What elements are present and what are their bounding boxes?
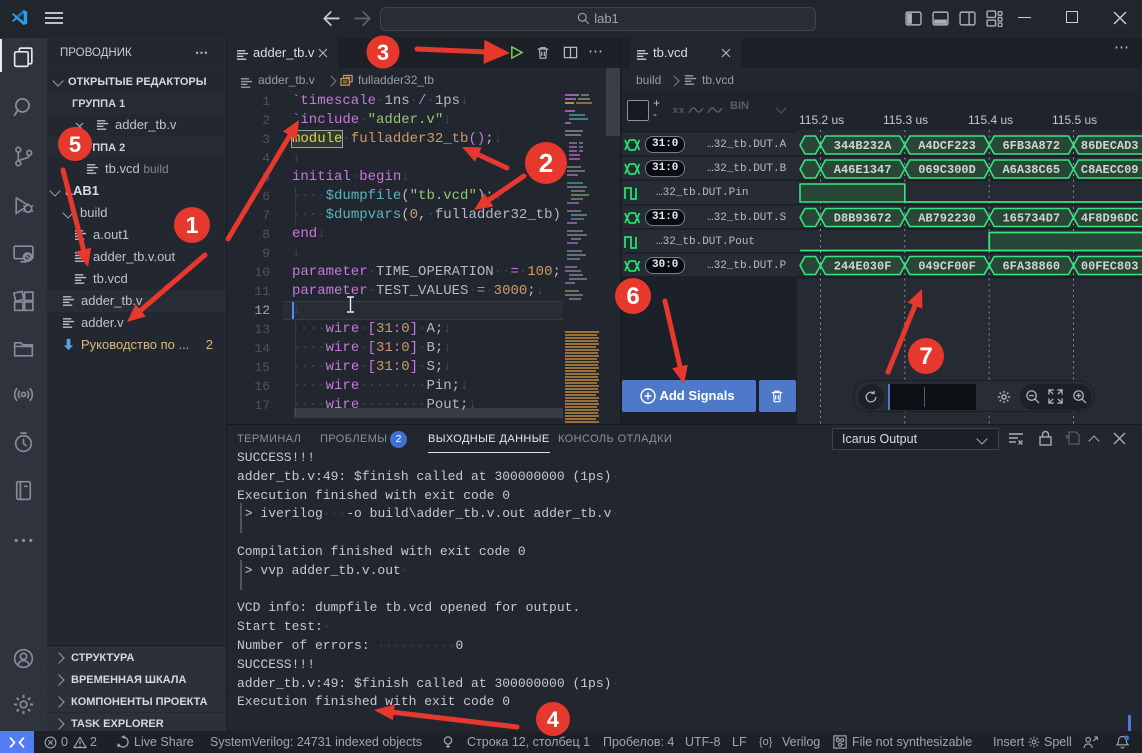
svg-text:6FB3A872: 6FB3A872 [1002, 139, 1060, 153]
svg-text:4F8D96DC: 4F8D96DC [1081, 212, 1139, 226]
svg-text:A4DCF223: A4DCF223 [918, 139, 976, 153]
svg-text:244E030F: 244E030F [834, 260, 892, 274]
svg-text:A46E1347: A46E1347 [834, 163, 892, 177]
svg-text:6FA38860: 6FA38860 [1002, 260, 1060, 274]
svg-text:165734D7: 165734D7 [1002, 212, 1060, 226]
svg-text:344B232A: 344B232A [834, 139, 892, 153]
svg-text:A6A38C65: A6A38C65 [1002, 163, 1060, 177]
svg-text:00FEC803: 00FEC803 [1081, 260, 1139, 274]
svg-text:D8B93672: D8B93672 [834, 212, 892, 226]
svg-text:AB792230: AB792230 [918, 212, 976, 226]
svg-text:069C300D: 069C300D [918, 163, 976, 177]
svg-text:049CF00F: 049CF00F [918, 260, 976, 274]
svg-text:86DECAD3: 86DECAD3 [1081, 139, 1139, 153]
svg-text:C8AECC09: C8AECC09 [1081, 163, 1139, 177]
